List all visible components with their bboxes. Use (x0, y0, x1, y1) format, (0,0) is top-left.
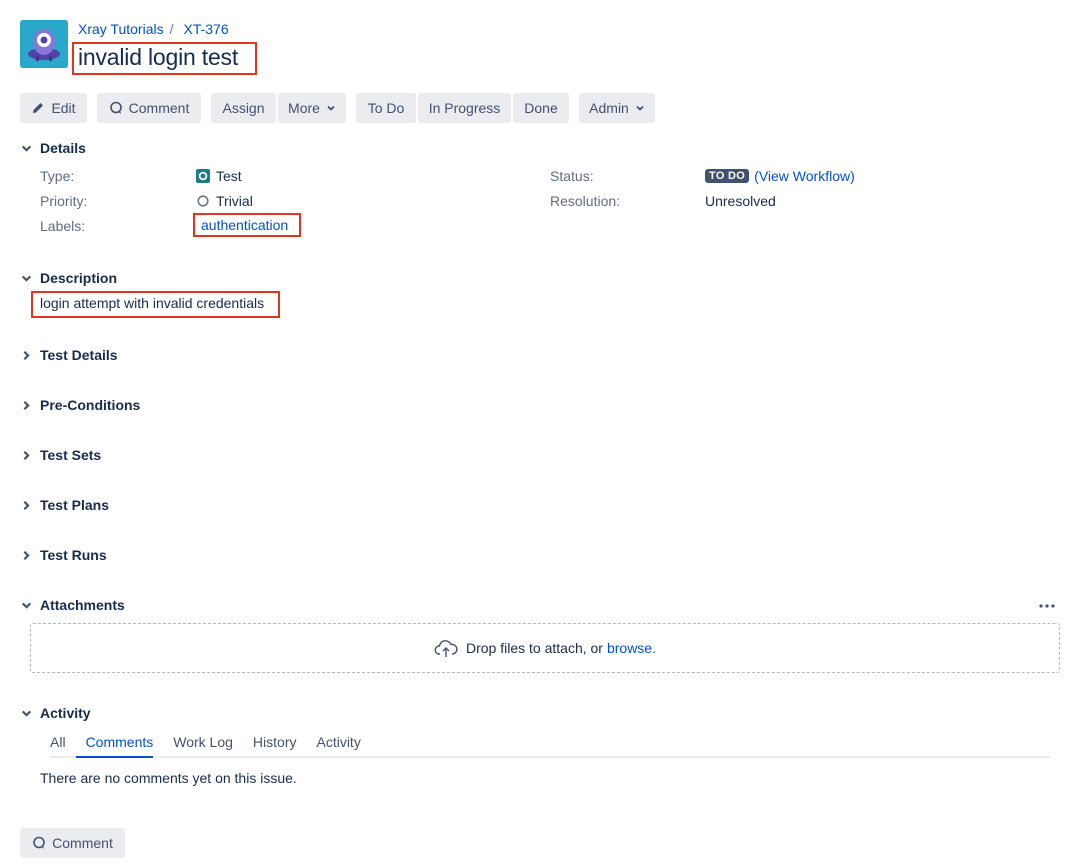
comment-icon (33, 836, 45, 849)
comment-button-label: Comment (128, 100, 190, 116)
test-details-section-toggle[interactable]: Test Details (20, 347, 118, 363)
assign-button-label: Assign (222, 100, 265, 116)
resolution-value: Unresolved (705, 193, 776, 209)
priority-label: Priority: (40, 193, 88, 209)
chevron-right-icon (23, 500, 30, 510)
done-button-label: Done (524, 100, 558, 116)
assign-button[interactable]: Assign (211, 93, 276, 123)
attachments-section-toggle[interactable]: Attachments (20, 597, 125, 613)
type-value-text: Test (216, 168, 242, 184)
in-progress-transition-button[interactable]: In Progress (418, 93, 511, 123)
browse-link[interactable]: browse. (607, 640, 656, 656)
admin-button-label: Admin (589, 100, 629, 116)
chevron-down-icon (21, 275, 32, 282)
test-runs-heading: Test Runs (40, 547, 107, 563)
breadcrumb: Xray Tutorials / XT-376 (78, 21, 229, 37)
tab-work-log[interactable]: Work Log (163, 734, 243, 756)
status-value: TO DO (View Workflow) (705, 168, 855, 184)
view-workflow-close-paren: ) (850, 168, 855, 184)
done-transition-button[interactable]: Done (513, 93, 569, 123)
details-section-toggle[interactable]: Details (20, 140, 86, 156)
no-comments-message: There are no comments yet on this issue. (40, 770, 297, 786)
trivial-priority-icon (197, 195, 209, 207)
chevron-right-icon (23, 450, 30, 460)
activity-tabs: All Comments Work Log History Activity (50, 734, 1050, 758)
test-sets-heading: Test Sets (40, 447, 102, 463)
description-text[interactable]: login attempt with invalid credentials (40, 295, 264, 311)
edit-button[interactable]: Edit (20, 93, 87, 123)
admin-button[interactable]: Admin (579, 93, 655, 123)
tab-activity[interactable]: Activity (306, 734, 370, 756)
todo-button-label: To Do (367, 100, 405, 116)
type-value: Test (196, 168, 242, 184)
attachments-more-options-icon[interactable] (1036, 598, 1058, 614)
cloud-upload-icon (434, 640, 458, 657)
test-issue-type-icon (196, 169, 210, 183)
chevron-down-icon (21, 710, 32, 717)
tab-history[interactable]: History (243, 734, 307, 756)
project-avatar[interactable] (20, 20, 68, 68)
details-heading: Details (40, 140, 86, 156)
breadcrumb-separator: / (169, 21, 174, 37)
labels-label: Labels: (40, 218, 86, 234)
type-label: Type: (40, 168, 75, 184)
priority-value: Trivial (196, 193, 253, 209)
attachment-drop-zone[interactable]: Drop files to attach, or browse. (30, 623, 1060, 673)
view-workflow-link[interactable]: View Workflow (759, 168, 850, 184)
more-button[interactable]: More (278, 93, 346, 123)
comment-icon (109, 101, 122, 114)
activity-section-toggle[interactable]: Activity (20, 705, 91, 721)
priority-value-text: Trivial (216, 193, 253, 209)
chevron-down-icon (636, 105, 644, 111)
description-section-toggle[interactable]: Description (20, 270, 117, 286)
breadcrumb-project-link[interactable]: Xray Tutorials (78, 21, 164, 37)
pencil-icon (33, 103, 44, 113)
activity-heading: Activity (40, 705, 91, 721)
chevron-down-icon (21, 602, 32, 609)
test-plans-section-toggle[interactable]: Test Plans (20, 497, 109, 513)
in-progress-button-label: In Progress (428, 100, 501, 116)
add-comment-button[interactable]: Comment (20, 828, 125, 858)
test-plans-heading: Test Plans (40, 497, 109, 513)
attachments-heading: Attachments (40, 597, 125, 613)
edit-button-label: Edit (51, 100, 76, 116)
drop-zone-text: Drop files to attach, or (466, 640, 603, 656)
chevron-right-icon (23, 350, 30, 360)
todo-transition-button[interactable]: To Do (356, 93, 416, 123)
more-button-label: More (288, 100, 320, 116)
pre-conditions-heading: Pre-Conditions (40, 397, 141, 413)
status-lozenge: TO DO (705, 169, 750, 183)
add-comment-button-label: Comment (52, 835, 113, 851)
pre-conditions-section-toggle[interactable]: Pre-Conditions (20, 397, 140, 413)
status-label: Status: (550, 168, 594, 184)
chevron-right-icon (23, 550, 30, 560)
description-heading: Description (40, 270, 118, 286)
test-details-heading: Test Details (40, 347, 118, 363)
chevron-down-icon (327, 105, 335, 111)
comment-button[interactable]: Comment (97, 93, 201, 123)
test-sets-section-toggle[interactable]: Test Sets (20, 447, 101, 463)
tab-all[interactable]: All (50, 734, 76, 756)
issue-title[interactable]: invalid login test (78, 44, 238, 71)
tab-comments[interactable]: Comments (75, 734, 164, 758)
breadcrumb-issue-key-link[interactable]: XT-376 (183, 21, 228, 37)
resolution-label: Resolution: (550, 193, 621, 209)
chevron-down-icon (21, 145, 32, 152)
test-runs-section-toggle[interactable]: Test Runs (20, 547, 107, 563)
chevron-right-icon (23, 400, 30, 410)
label-authentication-link[interactable]: authentication (201, 217, 288, 233)
